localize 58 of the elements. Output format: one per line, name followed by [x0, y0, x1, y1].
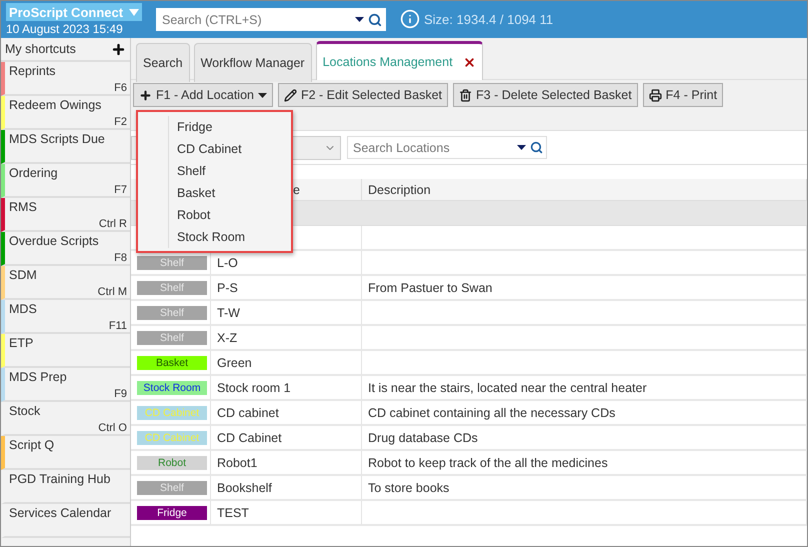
caret-icon [355, 17, 364, 22]
name-cell: Bookshelf [217, 480, 272, 494]
size-text: Size: 1934.4 / 1094 11 [424, 12, 554, 29]
tab[interactable]: Workflow Manager [194, 43, 312, 82]
toolbar-button[interactable]: F4 - Print [642, 83, 724, 107]
name-cell: TEST [217, 506, 249, 520]
search-icon[interactable] [530, 141, 543, 154]
search-locations-field[interactable]: Search Locations [347, 136, 547, 159]
name-cell: Stock room 1 [217, 380, 291, 394]
printer-icon [648, 88, 662, 102]
info-icon[interactable] [400, 9, 420, 29]
name-cell: CD cabinet [217, 406, 279, 420]
description-cell: To store books [368, 480, 450, 494]
toolbar-button[interactable]: F1 - Add Location [133, 83, 273, 107]
menu-item[interactable]: Robot [168, 204, 291, 226]
caret-icon [517, 145, 526, 150]
menu-item[interactable]: Fridge [168, 116, 291, 138]
tab[interactable]: Search [136, 43, 190, 82]
name-cell: Green [217, 356, 252, 370]
close-icon[interactable] [462, 56, 476, 68]
name-cell: T-W [217, 306, 240, 320]
menu-item[interactable]: Shelf [168, 160, 291, 182]
description-cell: CD cabinet containing all the necessary CDs [368, 406, 616, 420]
type-badge: CD Cabinet [137, 430, 207, 444]
type-badge: Shelf [137, 480, 207, 494]
search-field[interactable]: Search (CTRL+S) [156, 8, 386, 31]
type-badge: Shelf [137, 280, 207, 294]
name-cell: L-O [217, 256, 238, 270]
menu-item[interactable]: CD Cabinet [168, 138, 291, 160]
trash-icon [459, 88, 472, 102]
type-badge: Stock Room [137, 380, 207, 394]
type-badge: Shelf [137, 330, 207, 344]
caret-icon [129, 8, 140, 16]
type-badge: Robot [137, 456, 207, 470]
type-badge: Shelf [137, 256, 207, 270]
description-cell: Robot to keep track of the all the medicines [368, 456, 608, 470]
pencil-icon [284, 88, 297, 102]
type-badge: Basket [137, 356, 207, 370]
add-icon[interactable] [111, 42, 126, 56]
plus-icon [139, 88, 152, 102]
description-cell: It is near the stairs, located near the central heater [368, 380, 647, 394]
toolbar-button[interactable]: F3 - Delete Selected Basket [453, 83, 638, 107]
description-cell: Drug database CDs [368, 430, 478, 444]
sidebar-title: My shortcuts [5, 42, 76, 56]
name-cell: CD Cabinet [217, 430, 282, 444]
column-header[interactable]: Description [362, 179, 807, 201]
type-badge: CD Cabinet [137, 406, 207, 420]
name-cell: Robot1 [217, 456, 258, 470]
type-badge: Fridge [137, 506, 207, 520]
menu-item[interactable]: Stock Room [168, 226, 291, 248]
description-cell: From Pastuer to Swan [368, 280, 492, 294]
date-time: 10 August 2023 15:49 [6, 22, 124, 36]
name-cell: P-S [217, 280, 238, 294]
menu-item[interactable]: Basket [168, 182, 291, 204]
name-cell: X-Z [217, 330, 238, 344]
toolbar-button[interactable]: F2 - Edit Selected Basket [278, 83, 448, 107]
type-badge: Shelf [137, 306, 207, 320]
search-icon[interactable] [368, 12, 382, 26]
